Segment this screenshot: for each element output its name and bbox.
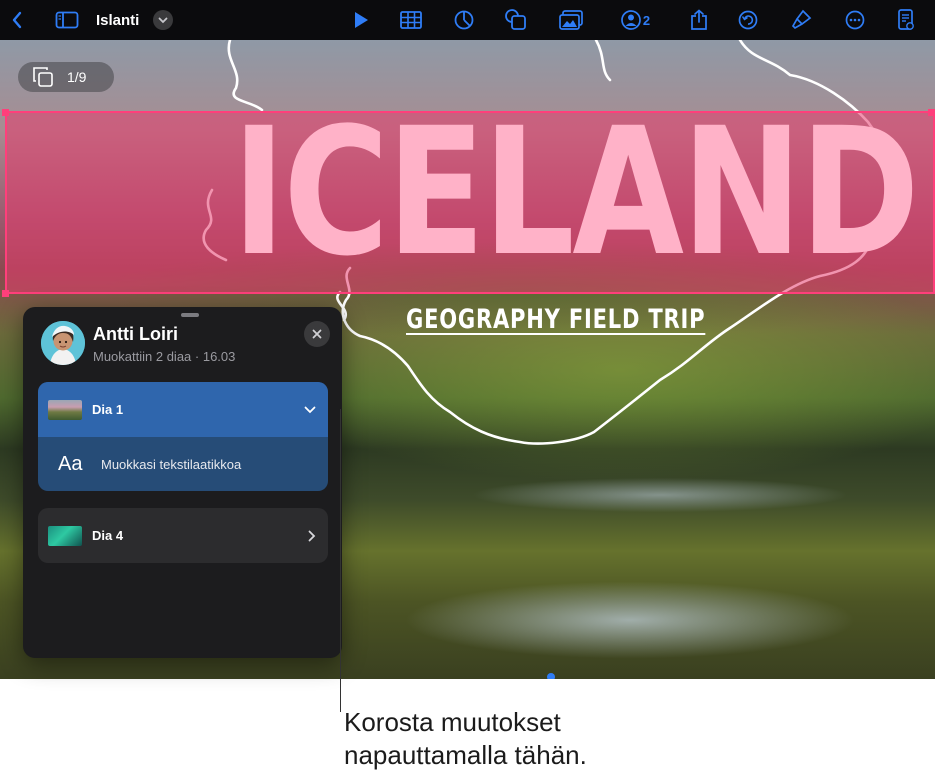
toolbar: Islanti 2 xyxy=(0,0,935,40)
selection-handle[interactable] xyxy=(2,109,9,116)
close-button[interactable] xyxy=(304,321,330,347)
chevron-down-icon xyxy=(304,406,316,413)
back-icon[interactable] xyxy=(6,0,28,40)
callout-line-2: napauttamalla tähän. xyxy=(344,740,587,770)
slides-icon xyxy=(33,67,53,87)
avatar xyxy=(41,321,85,365)
slide-1-label: Dia 1 xyxy=(92,402,124,417)
collaborate-icon[interactable]: 2 xyxy=(615,0,655,40)
keynote-app: Islanti 2 1/9 ICELAND GEOGRAPHY FIELD TR… xyxy=(0,0,935,774)
user-name: Antti Loiri xyxy=(93,324,178,344)
slide-1-row[interactable]: Dia 1 xyxy=(38,382,328,437)
undo-icon[interactable] xyxy=(737,0,759,40)
change-description: Muokkasi tekstilaatikkoa xyxy=(101,456,242,472)
media-icon[interactable] xyxy=(558,0,584,40)
panel-grabber[interactable] xyxy=(181,313,199,317)
play-icon[interactable] xyxy=(350,0,372,40)
close-icon xyxy=(312,329,322,339)
text-format-icon: Aa xyxy=(58,452,83,475)
callout-line-1: Korosta muutokset xyxy=(344,707,561,737)
chart-icon[interactable] xyxy=(452,0,476,40)
activity-summary: Muokattiin 2 diaa · 16.03 xyxy=(93,349,236,364)
collaborator-count: 2 xyxy=(642,12,651,28)
shape-icon[interactable] xyxy=(504,0,528,40)
slide-thumbnail xyxy=(48,525,82,546)
selection-handle[interactable] xyxy=(928,109,935,116)
document-icon[interactable] xyxy=(895,0,917,40)
more-icon[interactable] xyxy=(844,0,866,40)
callout-text: Korosta muutokset napauttamalla tähän. xyxy=(344,706,764,772)
sidebar-icon[interactable] xyxy=(54,0,80,40)
slide-counter-label: 1/9 xyxy=(67,69,87,85)
slide-thumbnail xyxy=(48,399,82,420)
title-menu-chevron-icon[interactable] xyxy=(153,10,173,30)
activity-panel: Antti Loiri Muokattiin 2 diaa · 16.03 Di… xyxy=(23,307,342,658)
document-title[interactable]: Islanti xyxy=(96,0,139,40)
scroll-indicator xyxy=(547,673,555,679)
format-brush-icon[interactable] xyxy=(789,0,813,40)
activity-group-slide-1: Dia 1 Aa Muokkasi tekstilaatikkoa xyxy=(38,382,328,491)
callout-line xyxy=(340,409,341,712)
chevron-right-icon xyxy=(308,530,316,541)
change-item[interactable]: Aa Muokkasi tekstilaatikkoa xyxy=(38,437,328,491)
slide-4-row[interactable]: Dia 4 xyxy=(38,508,328,563)
share-icon[interactable] xyxy=(688,0,710,40)
slide-subtitle[interactable]: GEOGRAPHY FIELD TRIP xyxy=(406,304,705,335)
slide-counter-button[interactable]: 1/9 xyxy=(18,62,114,92)
slide-4-label: Dia 4 xyxy=(92,528,124,543)
slide-title[interactable]: ICELAND xyxy=(232,98,920,288)
table-icon[interactable] xyxy=(398,0,424,40)
selection-handle[interactable] xyxy=(2,290,9,297)
